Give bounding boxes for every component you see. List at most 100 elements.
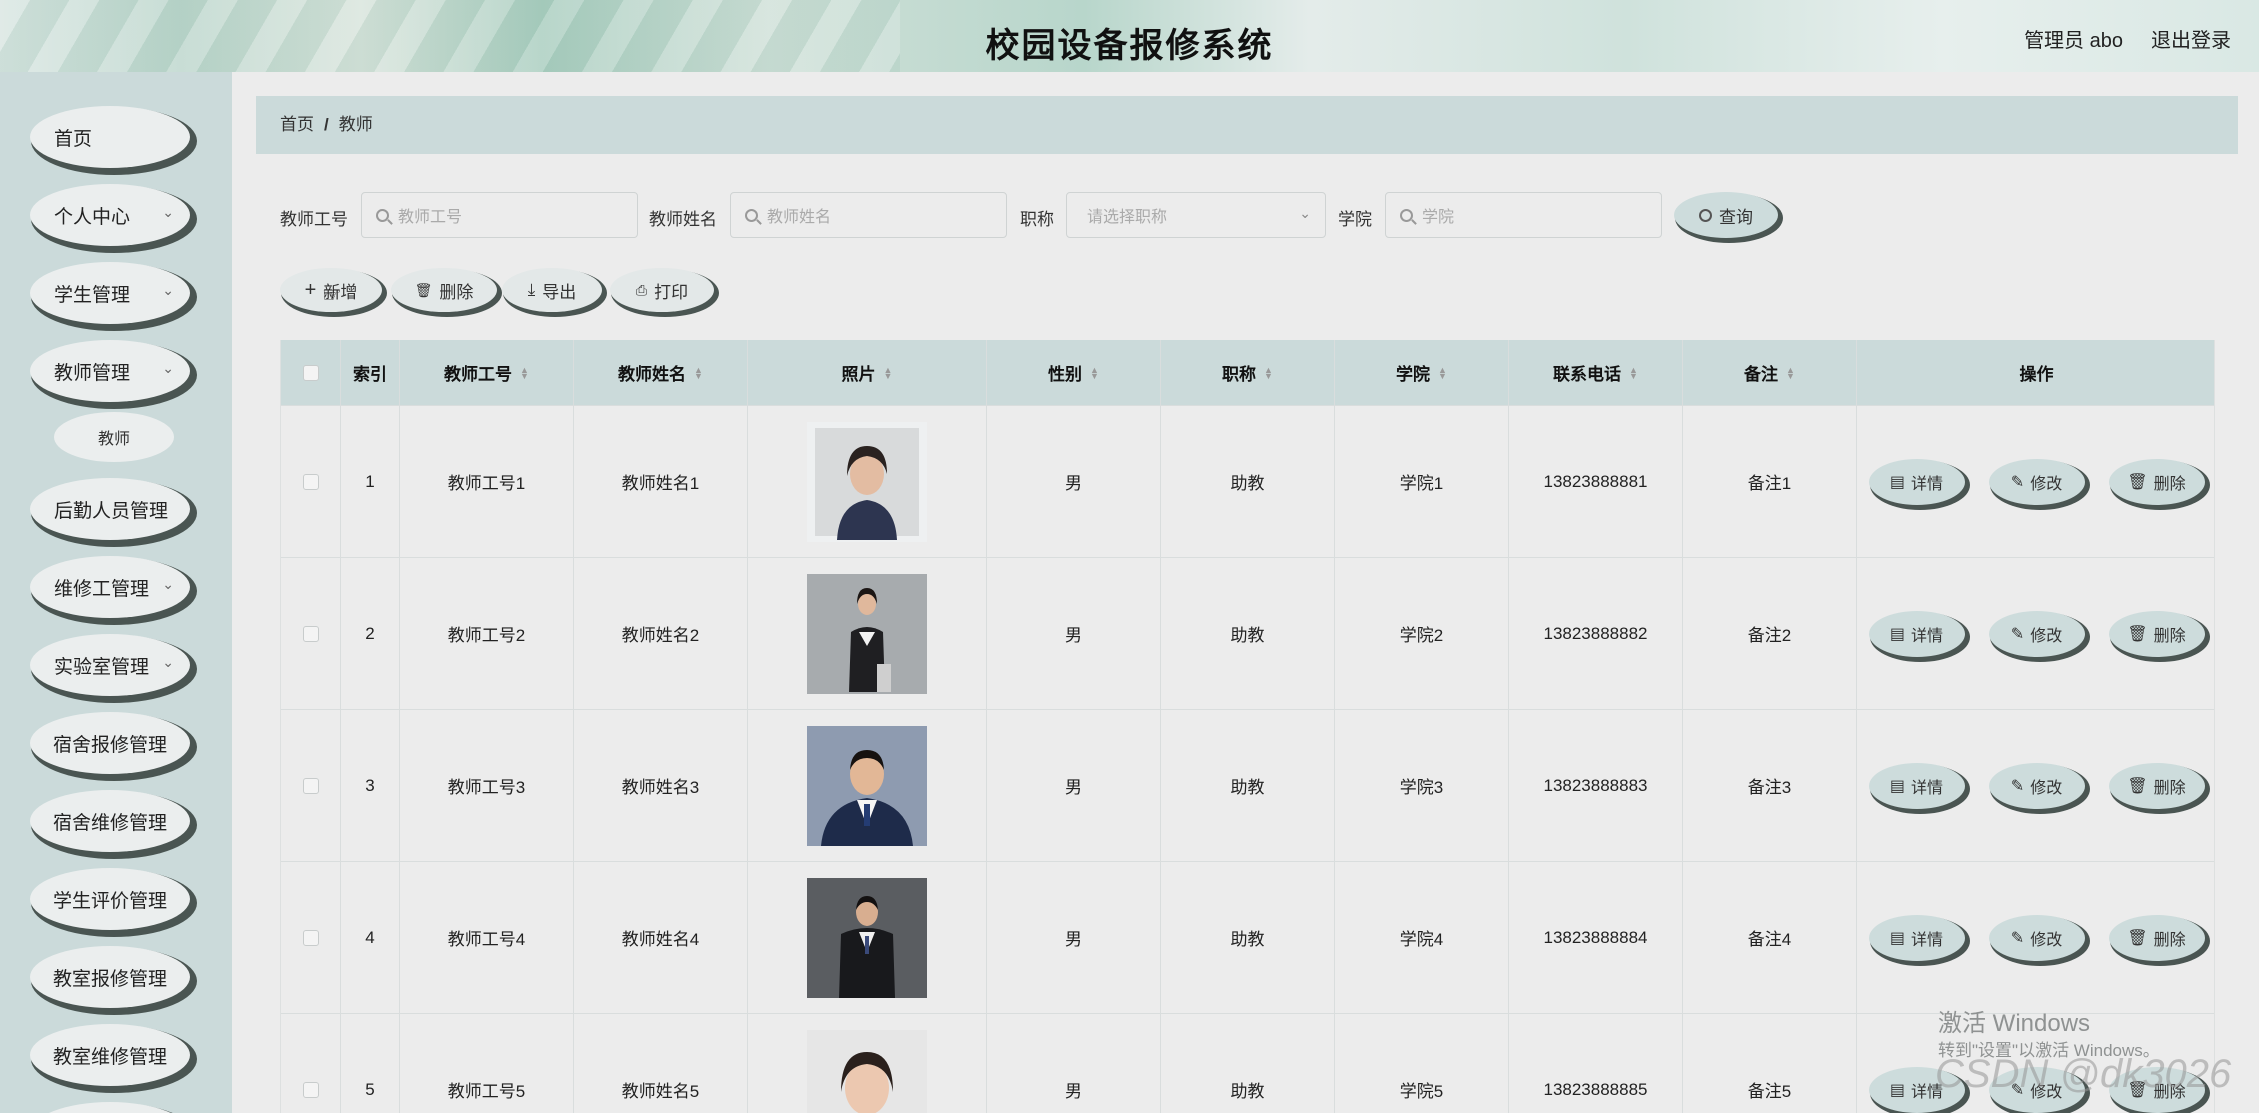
- teacher-photo[interactable]: [807, 421, 927, 542]
- menu-item-lab-management[interactable]: 实验室管理 ⌄: [30, 634, 190, 696]
- pencil-icon: ✎: [2010, 929, 2025, 947]
- menu-item-label: 宿舍报修管理: [52, 734, 167, 756]
- search-button-label: 查询: [1719, 207, 1753, 227]
- menu-item-more[interactable]: [30, 1102, 190, 1113]
- menu-item-logistics-staff-management[interactable]: 后勤人员管理: [30, 478, 190, 540]
- batch-delete-button[interactable]: 🗑 删除: [391, 268, 497, 312]
- title-label: 职称: [1020, 210, 1054, 229]
- detail-button[interactable]: ▤ 详情: [1868, 458, 1965, 505]
- photo-cell: [748, 558, 987, 709]
- menu-item-dorm-repair[interactable]: 宿舍维修管理: [30, 790, 190, 852]
- search-icon: [1400, 208, 1413, 222]
- edit-button[interactable]: ✎ 修改: [1988, 610, 2085, 657]
- menu-item-label: 学生管理: [54, 284, 131, 306]
- table-row: 1 教师工号1 教师姓名1 男 助教 学院1 13823888881 备注1 ▤…: [281, 406, 2214, 558]
- edit-button-label: 修改: [2030, 627, 2063, 645]
- pencil-icon: ✎: [2010, 777, 2025, 795]
- breadcrumb-separator: /: [324, 115, 329, 134]
- chevron-down-icon: ⌄: [162, 282, 174, 298]
- menu-item-student-evaluation[interactable]: 学生评价管理: [30, 868, 190, 930]
- teacher-no-cell: 教师工号2: [400, 558, 574, 709]
- photo-cell: [748, 406, 987, 557]
- delete-button[interactable]: 🗑 删除: [2108, 914, 2205, 961]
- teacher-name-input[interactable]: 教师姓名: [730, 192, 1007, 238]
- delete-button[interactable]: 🗑 删除: [2108, 458, 2205, 505]
- column-header[interactable]: 照片 ▲ ▼: [748, 340, 987, 405]
- breadcrumb-home[interactable]: 首页: [280, 115, 314, 134]
- row-checkbox[interactable]: [302, 1081, 319, 1098]
- trash-icon: 🗑: [2127, 625, 2148, 643]
- menu-item-personal-center[interactable]: 个人中心 ⌄: [30, 184, 190, 246]
- teacher-no-cell: 教师工号5: [400, 1014, 574, 1113]
- note-cell: 备注2: [1683, 558, 1857, 709]
- submenu-item-teacher[interactable]: 教师: [54, 412, 174, 462]
- gender-cell: 男: [987, 406, 1161, 557]
- teacher-photo[interactable]: [807, 573, 927, 694]
- column-header-label: 学院: [1396, 365, 1431, 384]
- menu-item-dorm-repair-request[interactable]: 宿舍报修管理: [30, 712, 190, 774]
- teacher-photo[interactable]: [807, 877, 927, 998]
- column-header[interactable]: 备注 ▲ ▼: [1683, 340, 1857, 405]
- edit-button[interactable]: ✎ 修改: [1988, 762, 2085, 809]
- college-label: 学院: [1338, 210, 1372, 229]
- delete-button[interactable]: 🗑 删除: [2108, 610, 2205, 657]
- title-cell: 助教: [1161, 1014, 1335, 1113]
- menu-item-teacher-management[interactable]: 教师管理 ⌄: [30, 340, 190, 402]
- detail-button[interactable]: ▤ 详情: [1868, 762, 1965, 809]
- column-header[interactable]: 联系电话 ▲ ▼: [1509, 340, 1683, 405]
- column-header-label: 教师姓名: [618, 365, 687, 384]
- document-icon: ▤: [1889, 929, 1906, 947]
- menu-item-label: 教室报修管理: [52, 968, 167, 990]
- teacher-photo[interactable]: [807, 725, 927, 846]
- search-button[interactable]: 查询: [1674, 192, 1778, 238]
- export-button[interactable]: ⤓ 导出: [502, 268, 602, 312]
- row-checkbox[interactable]: [302, 929, 319, 946]
- select-all-checkbox[interactable]: [302, 364, 319, 381]
- college-cell: 学院5: [1335, 1014, 1509, 1113]
- phone-cell: 13823888881: [1509, 406, 1683, 557]
- actions-cell: ▤ 详情 ✎ 修改 🗑 删除: [1857, 710, 2214, 861]
- column-header-label: 联系电话: [1553, 365, 1622, 384]
- detail-button[interactable]: ▤ 详情: [1868, 610, 1965, 657]
- menu-item-classroom-repair-request[interactable]: 教室报修管理: [30, 946, 190, 1008]
- menu-item-label: 个人中心: [54, 206, 131, 228]
- edit-button[interactable]: ✎ 修改: [1988, 914, 2085, 961]
- edit-button[interactable]: ✎ 修改: [1988, 458, 2085, 505]
- title-cell: 助教: [1161, 406, 1335, 557]
- chevron-down-icon: ⌄: [162, 204, 174, 220]
- row-checkbox[interactable]: [302, 777, 319, 794]
- download-icon: ⤓: [527, 280, 536, 299]
- phone-cell: 13823888883: [1509, 710, 1683, 861]
- menu-item-classroom-repair[interactable]: 教室维修管理: [30, 1024, 190, 1086]
- column-header[interactable]: 性别 ▲ ▼: [987, 340, 1161, 405]
- menu-item-student-management[interactable]: 学生管理 ⌄: [30, 262, 190, 324]
- logout-link[interactable]: 退出登录: [2151, 24, 2231, 53]
- column-header[interactable]: 教师工号 ▲ ▼: [400, 340, 574, 405]
- detail-button[interactable]: ▤ 详情: [1868, 914, 1965, 961]
- teacher-no-input[interactable]: 教师工号: [361, 192, 638, 238]
- breadcrumb-current: 教师: [338, 115, 373, 134]
- edit-button-label: 修改: [2030, 779, 2063, 797]
- menu-item-repairman-management[interactable]: 维修工管理 ⌄: [30, 556, 190, 618]
- teacher-photo[interactable]: [807, 1029, 927, 1113]
- title-select[interactable]: 请选择职称 ⌄: [1066, 192, 1326, 238]
- chevron-down-icon: ⌄: [162, 360, 174, 376]
- teacher-name-cell: 教师姓名1: [574, 406, 748, 557]
- sort-icon: ▲ ▼: [1264, 364, 1273, 381]
- column-header[interactable]: 职称 ▲ ▼: [1161, 340, 1335, 405]
- menu-item-home[interactable]: 首页: [30, 106, 190, 168]
- college-input[interactable]: 学院: [1385, 192, 1662, 238]
- sort-icon: ▲ ▼: [1090, 364, 1099, 381]
- sidebar: 首页 个人中心 ⌄ 学生管理 ⌄ 教师管理 ⌄ 教师 后勤人员管理 维修工管理 ⌄ 实验…: [0, 72, 232, 1113]
- column-header: 索引: [341, 340, 400, 405]
- row-checkbox[interactable]: [302, 625, 319, 642]
- sort-icon: ▲ ▼: [520, 364, 529, 381]
- teacher-name-cell: 教师姓名5: [574, 1014, 748, 1113]
- table-row: 2 教师工号2 教师姓名2 男 助教 学院2 13823888882 备注2 ▤…: [281, 558, 2214, 710]
- column-header[interactable]: 学院 ▲ ▼: [1335, 340, 1509, 405]
- delete-button[interactable]: 🗑 删除: [2108, 762, 2205, 809]
- row-checkbox[interactable]: [302, 473, 319, 490]
- column-header[interactable]: 教师姓名 ▲ ▼: [574, 340, 748, 405]
- print-button[interactable]: ⎙ 打印: [610, 268, 714, 312]
- sort-icon: ▲ ▼: [883, 364, 893, 381]
